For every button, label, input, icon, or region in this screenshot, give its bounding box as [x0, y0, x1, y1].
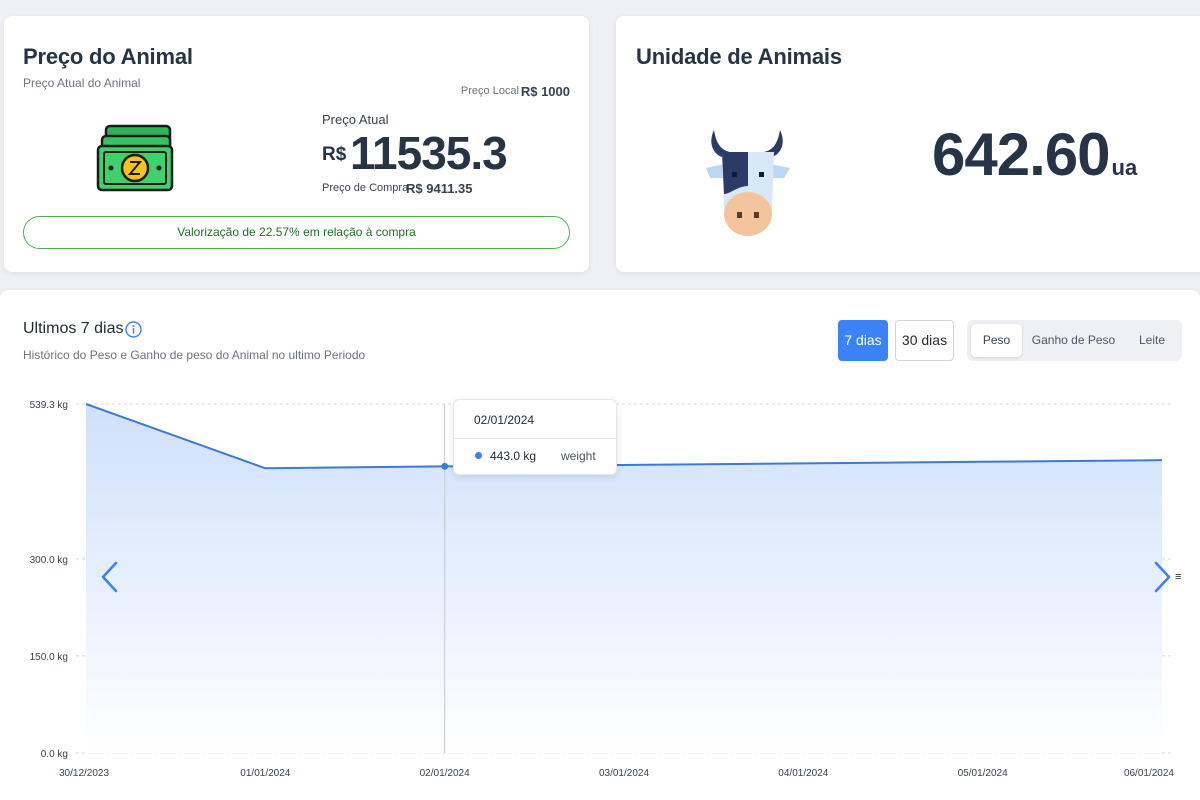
weight-area-chart: 0.0 kg 150.0 kg 300.0 kg 539.3 kg 30/12/202…: [30, 400, 1175, 779]
x-tick-label: 05/01/2024: [958, 768, 1008, 779]
metric-tab-group: Peso Ganho de Peso Leite: [967, 320, 1182, 361]
chart-tooltip: 02/01/2024 443.0 kg weight: [453, 399, 617, 475]
y-tick-label: 150.0 kg: [30, 652, 68, 663]
money-bills-icon: [96, 124, 174, 192]
chart-subtitle: Histórico do Peso e Ganho de peso do Ani…: [23, 348, 366, 362]
chart-title: Ultimos 7 dias: [23, 320, 124, 337]
y-tick-label: 300.0 kg: [30, 555, 68, 566]
valorization-badge: Valorização de 22.57% em relação à compr…: [23, 216, 570, 249]
chevron-left-icon[interactable]: [98, 560, 120, 594]
x-tick-label: 02/01/2024: [420, 768, 470, 779]
data-point[interactable]: [441, 462, 449, 470]
period-30-days-button[interactable]: 30 dias: [895, 320, 954, 361]
price-card-subtitle: Preço Atual do Animal: [23, 76, 141, 90]
purchase-price-value: R$ 9411.35: [406, 181, 473, 196]
x-tick-label: 06/01/2024: [1124, 768, 1174, 779]
units-value: 642.60: [932, 121, 1111, 188]
cow-icon: [706, 130, 790, 236]
menu-icon[interactable]: ≡: [1175, 571, 1181, 583]
x-tick-label: 30/12/2023: [59, 768, 109, 779]
tab-ganho-de-peso[interactable]: Ganho de Peso: [1029, 324, 1118, 357]
tooltip-series-dot: [475, 452, 482, 459]
info-icon[interactable]: [125, 321, 142, 338]
x-tick-label: 01/01/2024: [240, 768, 290, 779]
y-tick-label: 539.3 kg: [30, 400, 68, 411]
current-price-label: Preço Atual: [322, 112, 389, 127]
units-unit: ua: [1111, 155, 1138, 180]
units-card: Unidade de Animais 642.60ua: [616, 16, 1200, 272]
y-tick-label: 0.0 kg: [41, 749, 68, 760]
weight-series-line: [85, 403, 1163, 470]
price-card-title: Preço do Animal: [23, 44, 193, 69]
period-7-days-button[interactable]: 7 dias: [838, 320, 888, 361]
currency-symbol: R$: [322, 144, 347, 165]
weight-area-fill: [86, 404, 1162, 753]
chevron-right-icon[interactable]: [1152, 560, 1174, 594]
current-price-value: 11535.3: [350, 127, 508, 179]
tooltip-divider: [454, 438, 616, 439]
local-price-value: R$ 1000: [520, 84, 570, 99]
price-card: Preço do Animal Preço Atual do Animal Pr…: [4, 16, 589, 272]
x-tick-label: 03/01/2024: [599, 768, 649, 779]
units-value-group: 642.60ua: [932, 120, 1137, 189]
x-tick-label: 04/01/2024: [778, 768, 828, 779]
tab-leite[interactable]: Leite: [1127, 324, 1177, 357]
weight-chart-card: 0.0 kg 150.0 kg 300.0 kg 539.3 kg 30/12/202…: [0, 290, 1200, 800]
tooltip-date: 02/01/2024: [474, 413, 535, 427]
purchase-price-label: Preço de Compra: [322, 182, 409, 194]
tooltip-series-name: weight: [561, 449, 596, 463]
tooltip-value: 443.0 kg: [490, 449, 537, 463]
local-price-label: Preço Local: [460, 85, 519, 97]
tab-peso[interactable]: Peso: [971, 324, 1022, 357]
units-card-title: Unidade de Animais: [636, 44, 842, 69]
